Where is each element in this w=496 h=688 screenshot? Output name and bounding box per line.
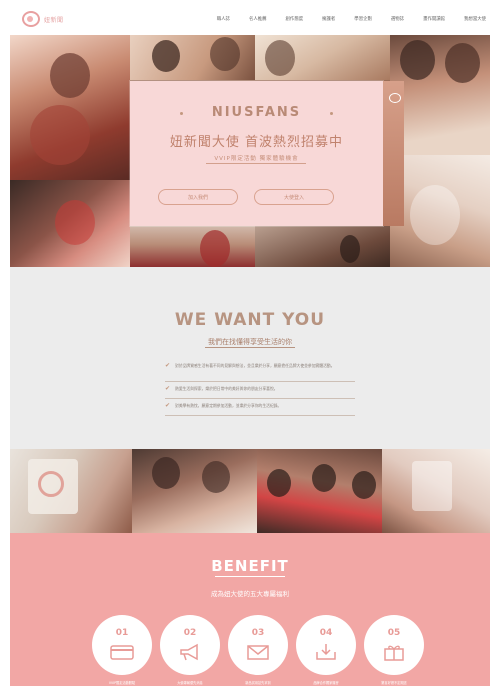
- requirement-text: 對於品牌質感生活有著不同的見解與想法，並且樂於分享，願意擔任品牌大使並參加實體活…: [175, 363, 335, 368]
- menu-item[interactable]: 畫作開讀館: [423, 16, 445, 22]
- menu-item[interactable]: 我想當大使: [464, 16, 486, 22]
- recruit-card: NIUSFANS 妞新聞大使 首波熱烈招募中 VVIP限定活動 獨家體驗機會 加…: [130, 81, 404, 226]
- strip-photo: [382, 449, 490, 533]
- menu-item[interactable]: 名人推薦: [249, 16, 267, 22]
- hero-photo: [10, 180, 130, 267]
- divider: [205, 347, 295, 348]
- page: 妞新聞 職人誌 名人推薦 創作態度 擁護者 學習企劃 選物誌 畫作開讀館 我想當…: [10, 5, 490, 686]
- hero-photo: [255, 35, 390, 80]
- menu-item[interactable]: 職人誌: [217, 16, 230, 22]
- site-logo[interactable]: 妞新聞: [22, 11, 64, 27]
- hero-subline: VVIP限定活動 獨家體驗機會: [214, 156, 299, 162]
- download-icon: [316, 644, 336, 660]
- want-you-section: WE WANT YOU 我們在找懂得享受生活的你 ✔ 對於品牌質感生活有著不同的…: [10, 267, 490, 449]
- menu-item[interactable]: 選物誌: [391, 16, 404, 22]
- benefit-number: 05: [387, 628, 401, 638]
- heart-icon: [389, 93, 401, 103]
- envelope-icon: [247, 645, 269, 660]
- main-menu: 職人誌 名人推薦 創作態度 擁護者 學習企劃 選物誌 畫作開讀館 我想當大使: [198, 16, 486, 22]
- benefit-card[interactable]: 04: [296, 615, 356, 675]
- section-title: BENEFIT: [211, 557, 289, 575]
- strip-photo: [132, 449, 257, 533]
- benefit-caption: 驚喜好禮不定期送: [381, 681, 407, 685]
- hero-headline: 妞新聞大使 首波熱烈招募中: [169, 135, 344, 150]
- hero-photo: [130, 35, 255, 80]
- hero-photo: [10, 35, 130, 180]
- benefit-caption: VVIP限定活動體驗: [108, 681, 136, 685]
- brand-title: NIUSFANS: [211, 105, 302, 120]
- benefit-card[interactable]: 03: [228, 615, 288, 675]
- megaphone-icon: [180, 643, 198, 661]
- checkmark-icon: ✔: [165, 402, 171, 409]
- requirement-item: ✔ 對於品牌質感生活有著不同的見解與想法，並且樂於分享，願意擔任品牌大使並參加實…: [165, 363, 355, 369]
- menu-item[interactable]: 擁護者: [322, 16, 335, 22]
- requirement-item: ✔ 熱愛生活與探索，樂於把日常中的美好與你的朋友分享喜悅。: [165, 386, 355, 392]
- benefit-number: 04: [319, 628, 333, 638]
- menu-item[interactable]: 學習企劃: [354, 16, 372, 22]
- logo-text: 妞新聞: [44, 16, 64, 24]
- checkmark-icon: ✔: [165, 362, 171, 369]
- divider: [215, 576, 285, 577]
- requirement-text: 對美學有熱忱，願意定期參加活動，並樂於分享你的生活紀錄。: [175, 403, 282, 408]
- benefit-number: 01: [115, 628, 129, 638]
- section-subtitle: 成為妞大使的五大專屬福利: [211, 590, 289, 598]
- benefit-section: BENEFIT 成為妞大使的五大專屬福利 01 02 03 04 05 VVIP…: [10, 533, 490, 686]
- benefit-number: 03: [251, 628, 265, 638]
- benefit-card[interactable]: 01: [92, 615, 152, 675]
- requirement-text: 熱愛生活與探索，樂於把日常中的美好與你的朋友分享喜悅。: [175, 386, 278, 391]
- benefit-caption: 品牌合作獨家機會: [313, 681, 339, 685]
- hero-photo: [390, 35, 490, 155]
- divider: [165, 381, 355, 382]
- hero-section: NIUSFANS 妞新聞大使 首波熱烈招募中 VVIP限定活動 獨家體驗機會 加…: [10, 35, 490, 267]
- section-subtitle: 我們在找懂得享受生活的你: [208, 338, 292, 346]
- card-side-band: [383, 81, 404, 226]
- benefit-card[interactable]: 05: [364, 615, 424, 675]
- section-title: WE WANT YOU: [174, 310, 326, 330]
- menu-item[interactable]: 創作態度: [286, 16, 304, 22]
- top-nav: 妞新聞 職人誌 名人推薦 創作態度 擁護者 學習企劃 選物誌 畫作開讀館 我想當…: [10, 5, 490, 35]
- gift-icon: [384, 645, 404, 661]
- hero-photo: [390, 155, 490, 267]
- benefit-number: 02: [183, 628, 197, 638]
- benefit-card[interactable]: 02: [160, 615, 220, 675]
- benefit-caption: 大使專屬優先消息: [177, 681, 203, 685]
- strip-photo: [257, 449, 382, 533]
- divider: [206, 163, 306, 164]
- join-button[interactable]: 加入我們: [158, 189, 238, 205]
- logo-heart-icon: [22, 11, 40, 27]
- requirement-item: ✔ 對美學有熱忱，願意定期參加活動，並樂於分享你的生活紀錄。: [165, 403, 355, 409]
- login-button[interactable]: 大使登入: [254, 189, 334, 205]
- divider: [165, 398, 355, 399]
- credit-card-icon: [110, 645, 134, 660]
- strip-photo: [10, 449, 132, 533]
- checkmark-icon: ✔: [165, 385, 171, 392]
- photo-strip: [10, 449, 490, 533]
- divider: [165, 415, 355, 416]
- benefit-caption: 新品試用搶先拿到: [245, 681, 271, 685]
